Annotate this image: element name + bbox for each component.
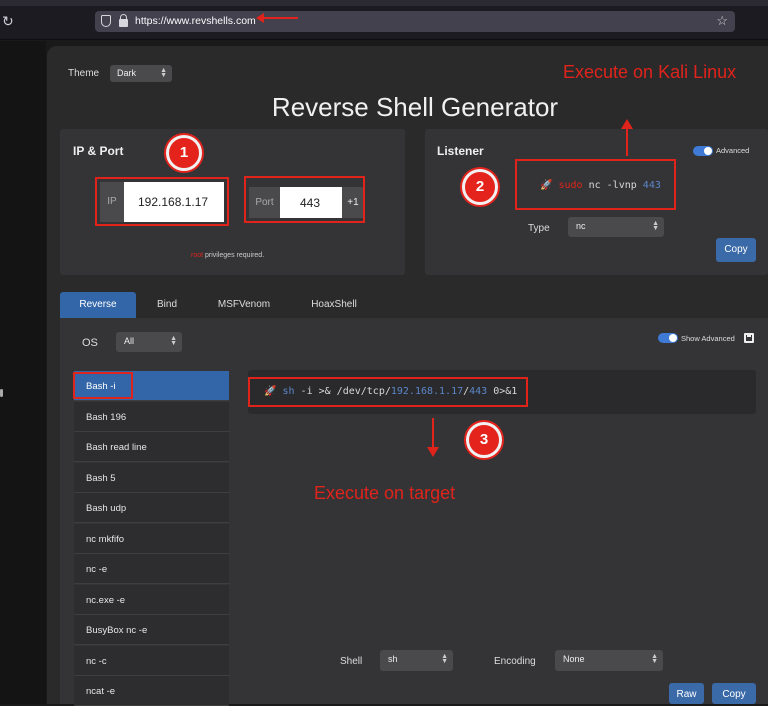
shell-item-nc-mkfifo[interactable]: nc mkfifo <box>74 524 229 554</box>
shell-item-nc-exe-e[interactable]: nc.exe -e <box>74 585 229 615</box>
shell-label: Shell <box>340 656 363 667</box>
step-badge-3: 3 <box>466 422 502 458</box>
listener-highlight-box <box>515 159 676 210</box>
type-value: nc <box>576 221 586 231</box>
listener-title: Listener <box>437 144 484 158</box>
arrow-down-annotation <box>427 418 439 457</box>
theme-value: Dark <box>117 68 137 78</box>
shell-list: Bash -i Bash 196 Bash read line Bash 5 B… <box>74 371 229 706</box>
shell-item-nc-c[interactable]: nc -c <box>74 646 229 676</box>
shell-item-bash-udp[interactable]: Bash udp <box>74 493 229 523</box>
theme-select[interactable]: Dark ▲ ▼ <box>110 65 172 82</box>
shell-item-ncat-e[interactable]: ncat -e <box>74 676 229 706</box>
url-text[interactable]: https://www.revshells.com <box>135 15 256 27</box>
select-arrows-icon: ▲ ▼ <box>170 335 177 347</box>
os-select[interactable]: All ▲ ▼ <box>116 332 182 352</box>
ip-highlight-box <box>95 177 229 226</box>
address-bar[interactable]: https://www.revshells.com ☆ <box>95 11 735 32</box>
bash-i-highlight-box <box>73 372 133 399</box>
port-highlight-box <box>244 176 365 223</box>
root-word: root <box>191 252 204 259</box>
shell-select[interactable]: sh ▲ ▼ <box>380 650 453 671</box>
select-arrows-icon: ▲ ▼ <box>652 220 659 232</box>
copy-button[interactable]: Copy <box>712 683 756 704</box>
tab-strip <box>0 0 768 6</box>
left-gutter <box>0 41 46 704</box>
encoding-select[interactable]: None ▲ ▼ <box>555 650 663 671</box>
url-arrow-annotation <box>256 13 298 23</box>
shell-item-bash-read-line[interactable]: Bash read line <box>74 432 229 462</box>
encoding-label: Encoding <box>494 656 536 667</box>
select-arrows-icon: ▲ ▼ <box>651 653 658 665</box>
reverse-command-highlight-box <box>248 377 528 407</box>
os-label: OS <box>82 337 98 349</box>
type-select[interactable]: nc ▲ ▼ <box>568 217 664 237</box>
step-badge-1: 1 <box>166 135 202 171</box>
encoding-value: None <box>563 654 585 664</box>
ip-port-title: IP & Port <box>73 144 124 158</box>
theme-label: Theme <box>68 68 100 79</box>
annotation-kali: Execute on Kali Linux <box>563 62 737 82</box>
lock-icon[interactable] <box>119 14 128 27</box>
arrow-up-annotation <box>621 119 633 156</box>
browser-toolbar: ↻ https://www.revshells.com ☆ <box>0 0 768 40</box>
raw-button[interactable]: Raw <box>669 683 704 704</box>
tab-hoaxshell[interactable]: HoaxShell <box>300 292 368 318</box>
show-advanced-label: Show Advanced <box>681 334 735 343</box>
privileges-text: privileges required. <box>203 252 265 259</box>
type-label: Type <box>528 223 550 234</box>
page-title: Reverse Shell Generator <box>271 92 559 122</box>
show-advanced-toggle[interactable] <box>658 333 678 343</box>
tab-msfvenom[interactable]: MSFVenom <box>208 292 280 318</box>
privileges-note: root privileges required. <box>191 252 264 259</box>
reload-icon[interactable]: ↻ <box>2 13 14 30</box>
shield-icon[interactable] <box>101 15 111 27</box>
advanced-toggle[interactable] <box>693 146 713 156</box>
scroll-indicator <box>0 389 3 397</box>
tab-reverse[interactable]: Reverse <box>60 292 136 318</box>
advanced-label: Advanced <box>716 146 750 155</box>
tab-bind[interactable]: Bind <box>140 292 194 318</box>
shell-item-busybox-nc-e[interactable]: BusyBox nc -e <box>74 615 229 645</box>
select-arrows-icon: ▲ ▼ <box>160 67 167 79</box>
shell-value: sh <box>388 654 398 664</box>
save-icon[interactable] <box>744 333 754 343</box>
step-badge-2: 2 <box>462 169 498 205</box>
shell-item-nc-e[interactable]: nc -e <box>74 554 229 584</box>
annotation-target: Execute on target <box>314 483 456 503</box>
shell-item-bash-196[interactable]: Bash 196 <box>74 402 229 432</box>
listener-copy-button[interactable]: Copy <box>716 238 756 262</box>
select-arrows-icon: ▲ ▼ <box>441 653 448 665</box>
shell-item-bash-5[interactable]: Bash 5 <box>74 463 229 493</box>
bookmark-star-icon[interactable]: ☆ <box>716 13 728 29</box>
os-value: All <box>124 336 135 346</box>
